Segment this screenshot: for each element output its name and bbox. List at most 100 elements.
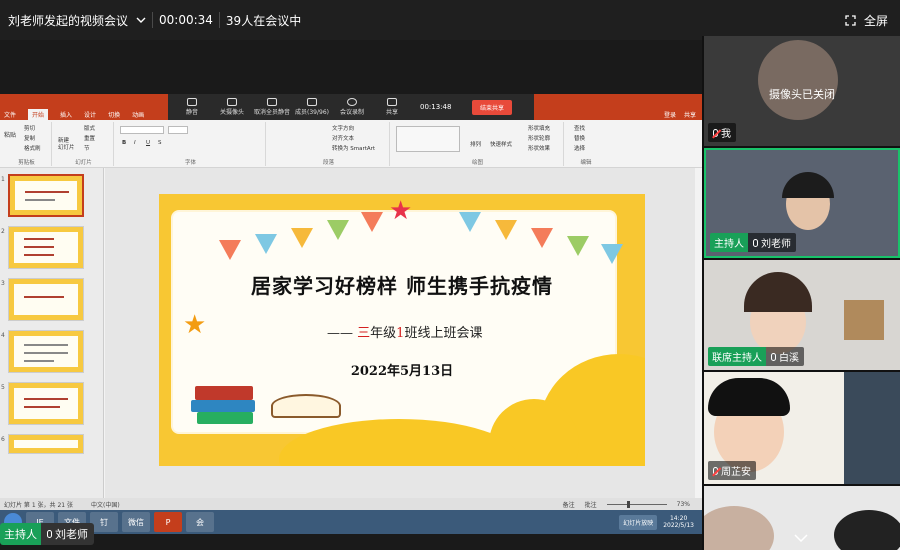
tile-name-bar: 主持人 刘老师 — [710, 233, 796, 252]
system-tray: 幻灯片放映 14:20 2022/5/13 — [619, 514, 702, 530]
font-group: B I U S 字体 — [116, 122, 266, 166]
slides-group: 新建 幻灯片 版式 重置 节 幻灯片 — [54, 122, 114, 166]
select-button[interactable]: 选择 — [574, 144, 585, 152]
current-slide[interactable]: ★ ★ 居家学习好榜样 师生携手抗疫情 —— 三年级1班线上班会课 2022年5… — [159, 194, 645, 466]
slide-thumbnail[interactable] — [8, 226, 84, 269]
participant-name-tag: 周芷安 — [708, 461, 756, 480]
meeting-title-dropdown[interactable]: 刘老师发起的视频会议 — [8, 12, 146, 29]
font-label: 字体 — [184, 160, 196, 166]
ppt-share-link[interactable]: 共享 — [684, 110, 696, 119]
text-direction-button[interactable]: 文字方向 — [332, 124, 354, 132]
cut-button[interactable]: 剪切 — [24, 124, 35, 132]
mute-button[interactable]: 静音 — [174, 98, 210, 116]
slide-thumbnail[interactable] — [8, 330, 84, 373]
section-button[interactable]: 节 — [84, 144, 90, 152]
fullscreen-button[interactable]: 全屏 — [845, 12, 888, 29]
tab-design[interactable]: 设计 — [84, 110, 96, 119]
notes-button[interactable]: 备注 — [563, 500, 575, 509]
clipboard-group: 粘贴 剪切 复制 格式刷 剪贴板 — [2, 122, 52, 166]
copy-button[interactable]: 复制 — [24, 134, 35, 142]
end-share-button[interactable]: 结束共享 — [472, 99, 513, 115]
tab-insert[interactable]: 插入 — [60, 110, 72, 119]
participant-face — [834, 510, 900, 550]
tile-name-bar: 周芷安 — [708, 461, 756, 480]
people-icon — [267, 98, 277, 106]
reset-button[interactable]: 重置 — [84, 134, 95, 142]
subtitle-suffix: 班线上班会课 — [404, 326, 483, 341]
editing-group: 查找 替换 选择 编辑 — [566, 122, 606, 166]
record-label: 会议录制 — [339, 109, 364, 116]
video-tile-self[interactable]: 摄像头已关闭 我 — [704, 36, 900, 146]
host-tag: 主持人 — [710, 233, 748, 252]
camera-label: 关摄像头 — [219, 109, 244, 116]
shape-effects-button[interactable]: 形状效果 — [528, 144, 550, 152]
comments-button[interactable]: 批注 — [585, 500, 597, 509]
bold-button[interactable]: B — [122, 140, 126, 146]
editing-label: 编辑 — [580, 160, 592, 166]
taskbar-app-powerpoint[interactable]: P — [154, 512, 182, 532]
camera-off-button[interactable]: 关摄像头 — [214, 98, 250, 116]
mic-muted-icon — [713, 466, 718, 475]
new-slide-button[interactable]: 新建 幻灯片 — [58, 138, 75, 151]
zoom-level[interactable]: 73% — [677, 501, 690, 508]
slides-label: 幻灯片 — [75, 160, 92, 166]
login-link[interactable]: 登录 — [664, 110, 676, 119]
slide-thumbnail[interactable] — [8, 278, 84, 321]
shapes-gallery[interactable] — [396, 126, 460, 152]
participant-video-panel: 摄像头已关闭 我 主持人 刘老师 联席主持人 白溪 周芷安 — [702, 36, 900, 550]
taskbar-app-meeting[interactable]: 会 — [186, 512, 214, 532]
italic-button[interactable]: I — [134, 140, 136, 146]
font-family-select[interactable] — [120, 126, 164, 134]
pennant-decoration — [601, 244, 623, 264]
arrange-button[interactable]: 排列 — [470, 140, 481, 148]
tab-animations[interactable]: 动画 — [132, 110, 144, 119]
share-button[interactable]: 共享 — [374, 98, 410, 116]
book-icon — [191, 400, 255, 412]
pennant-decoration — [291, 228, 313, 248]
align-text-button[interactable]: 对齐文本 — [332, 134, 354, 142]
paste-button[interactable]: 粘贴 — [4, 130, 16, 139]
taskbar-app-wechat[interactable]: 微信 — [122, 512, 150, 532]
replace-button[interactable]: 替换 — [574, 134, 585, 142]
orange-star-icon: ★ — [183, 310, 207, 340]
tab-home[interactable]: 开始 — [28, 108, 49, 120]
slide-thumbnail[interactable] — [8, 174, 84, 217]
shape-outline-button[interactable]: 形状轮廓 — [528, 134, 550, 142]
fullscreen-label: 全屏 — [863, 14, 888, 28]
layout-button[interactable]: 版式 — [84, 124, 95, 132]
open-book-icon — [271, 394, 341, 418]
scroll-down-button[interactable] — [789, 534, 813, 548]
zoom-knob[interactable] — [626, 500, 630, 508]
find-button[interactable]: 查找 — [574, 124, 585, 132]
pennant-decoration — [567, 236, 589, 256]
shape-fill-button[interactable]: 形状填充 — [528, 124, 550, 132]
subtitle-dash: —— — [327, 326, 358, 341]
tab-transitions[interactable]: 切换 — [108, 110, 120, 119]
unmute-all-button[interactable]: 取消全员静音 — [254, 98, 290, 116]
slide-thumbnail[interactable] — [8, 434, 84, 454]
video-tile-host[interactable]: 主持人 刘老师 — [704, 148, 900, 258]
format-painter-button[interactable]: 格式刷 — [24, 144, 41, 152]
bookshelf — [844, 372, 900, 484]
members-button[interactable]: 成员(39/96) — [294, 98, 330, 116]
video-tile-partial[interactable] — [704, 486, 900, 550]
thumb-number: 6 — [1, 436, 5, 443]
record-button[interactable]: 会议录制 — [334, 98, 370, 116]
slide-thumbnail[interactable] — [8, 382, 84, 425]
quick-styles-button[interactable]: 快速样式 — [490, 140, 512, 148]
participant-count[interactable]: 39人在会议中 — [226, 12, 301, 29]
tab-file[interactable]: 文件 — [4, 110, 16, 119]
strikethrough-button[interactable]: S — [158, 140, 162, 146]
shared-screen: 文件 开始 插入 设计 切换 动画 登录 共享 静音 关摄像头 取消全员静音 成… — [0, 94, 702, 534]
slideshow-tray-button[interactable]: 幻灯片放映 — [619, 514, 658, 530]
share-duration: 00:13:48 — [420, 103, 452, 111]
presenter-name-tag: 刘老师 — [41, 523, 94, 545]
zoom-slider[interactable] — [606, 500, 667, 508]
font-size-select[interactable] — [168, 126, 188, 134]
video-tile-cohost[interactable]: 联席主持人 白溪 — [704, 260, 900, 370]
smartart-button[interactable]: 转换为 SmartArt — [332, 144, 375, 152]
taskbar-app-dingtalk[interactable]: 钉 — [90, 512, 118, 532]
video-tile-participant[interactable]: 周芷安 — [704, 372, 900, 484]
underline-button[interactable]: U — [146, 140, 150, 146]
chevron-down-icon — [136, 17, 146, 23]
